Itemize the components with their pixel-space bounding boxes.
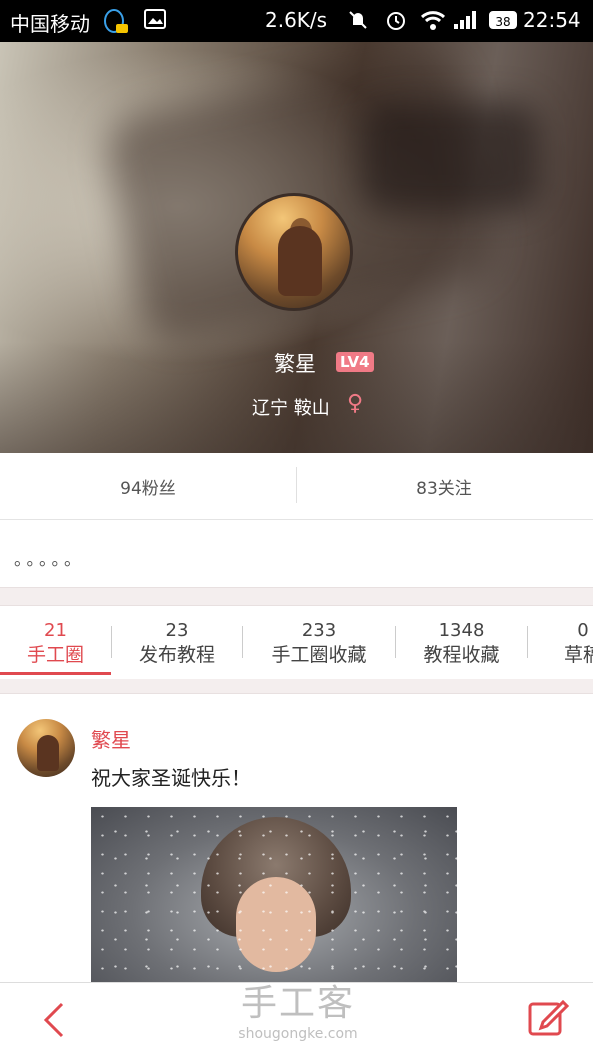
tab-published-tutorials[interactable]: 23 发布教程 bbox=[112, 619, 242, 667]
image-notification-icon bbox=[144, 9, 166, 29]
mute-icon bbox=[349, 11, 367, 29]
status-bar: 中国移动 2.6K/s 38 22:54 bbox=[0, 0, 593, 42]
divider bbox=[296, 467, 297, 503]
profile-location: 辽宁 鞍山 bbox=[252, 398, 330, 419]
tab-count: 23 bbox=[165, 620, 189, 641]
divider bbox=[395, 626, 396, 658]
tab-label: 手工圈 bbox=[26, 644, 84, 666]
wifi-icon bbox=[420, 11, 446, 30]
qq-notification-icon bbox=[104, 9, 128, 33]
battery-icon: 38 bbox=[489, 11, 517, 29]
post-author-name[interactable]: 繁星 bbox=[91, 724, 131, 753]
site-watermark: 手工客 shougongke.com bbox=[232, 982, 364, 1042]
watermark-en: shougongke.com bbox=[238, 1026, 358, 1042]
tab-label: 教程收藏 bbox=[423, 644, 500, 666]
tab-label: 草稿 bbox=[563, 644, 593, 666]
tab-count: 0 bbox=[577, 620, 589, 641]
watermark-cn: 手工客 bbox=[240, 983, 355, 1024]
post-text: 祝大家圣诞快乐！ bbox=[91, 766, 251, 790]
profile-tabs: 21 手工圈 23 发布教程 233 手工圈收藏 1348 教程收藏 0 草稿 bbox=[0, 605, 593, 680]
post-author-avatar[interactable] bbox=[17, 719, 75, 777]
level-badge: LV4 bbox=[336, 352, 374, 372]
fans-count[interactable]: 94粉丝 bbox=[0, 474, 296, 499]
tab-drafts[interactable]: 0 草稿 bbox=[528, 619, 593, 667]
post-image[interactable] bbox=[91, 807, 457, 982]
tab-circle-favorites[interactable]: 233 手工圈收藏 bbox=[243, 619, 395, 667]
tab-label: 发布教程 bbox=[138, 644, 215, 666]
tab-count: 233 bbox=[301, 620, 337, 641]
divider bbox=[242, 626, 243, 658]
section-gap bbox=[0, 587, 593, 606]
clock: 22:54 bbox=[523, 8, 581, 32]
divider bbox=[111, 626, 112, 658]
divider bbox=[527, 626, 528, 658]
following-count[interactable]: 83关注 bbox=[296, 474, 592, 499]
carrier-label: 中国移动 bbox=[10, 12, 90, 36]
tab-label: 手工圈收藏 bbox=[271, 644, 367, 666]
tab-handicraft-circle[interactable]: 21 手工圈 bbox=[0, 619, 111, 667]
profile-avatar[interactable] bbox=[235, 193, 353, 311]
profile-name: 繁星 bbox=[274, 352, 316, 376]
tab-count: 21 bbox=[44, 620, 67, 641]
network-speed: 2.6K/s bbox=[265, 8, 328, 32]
tab-tutorial-favorites[interactable]: 1348 教程收藏 bbox=[396, 619, 527, 667]
section-gap bbox=[0, 679, 593, 694]
alarm-icon bbox=[387, 12, 405, 30]
tab-count: 1348 bbox=[438, 620, 485, 641]
profile-bio: 。。。。。 bbox=[14, 550, 85, 570]
signal-icon bbox=[454, 11, 476, 29]
female-icon: ♀ bbox=[347, 391, 364, 416]
edit-icon[interactable] bbox=[527, 998, 569, 1038]
back-arrow-icon[interactable] bbox=[38, 1000, 68, 1040]
active-tab-indicator bbox=[0, 672, 111, 675]
